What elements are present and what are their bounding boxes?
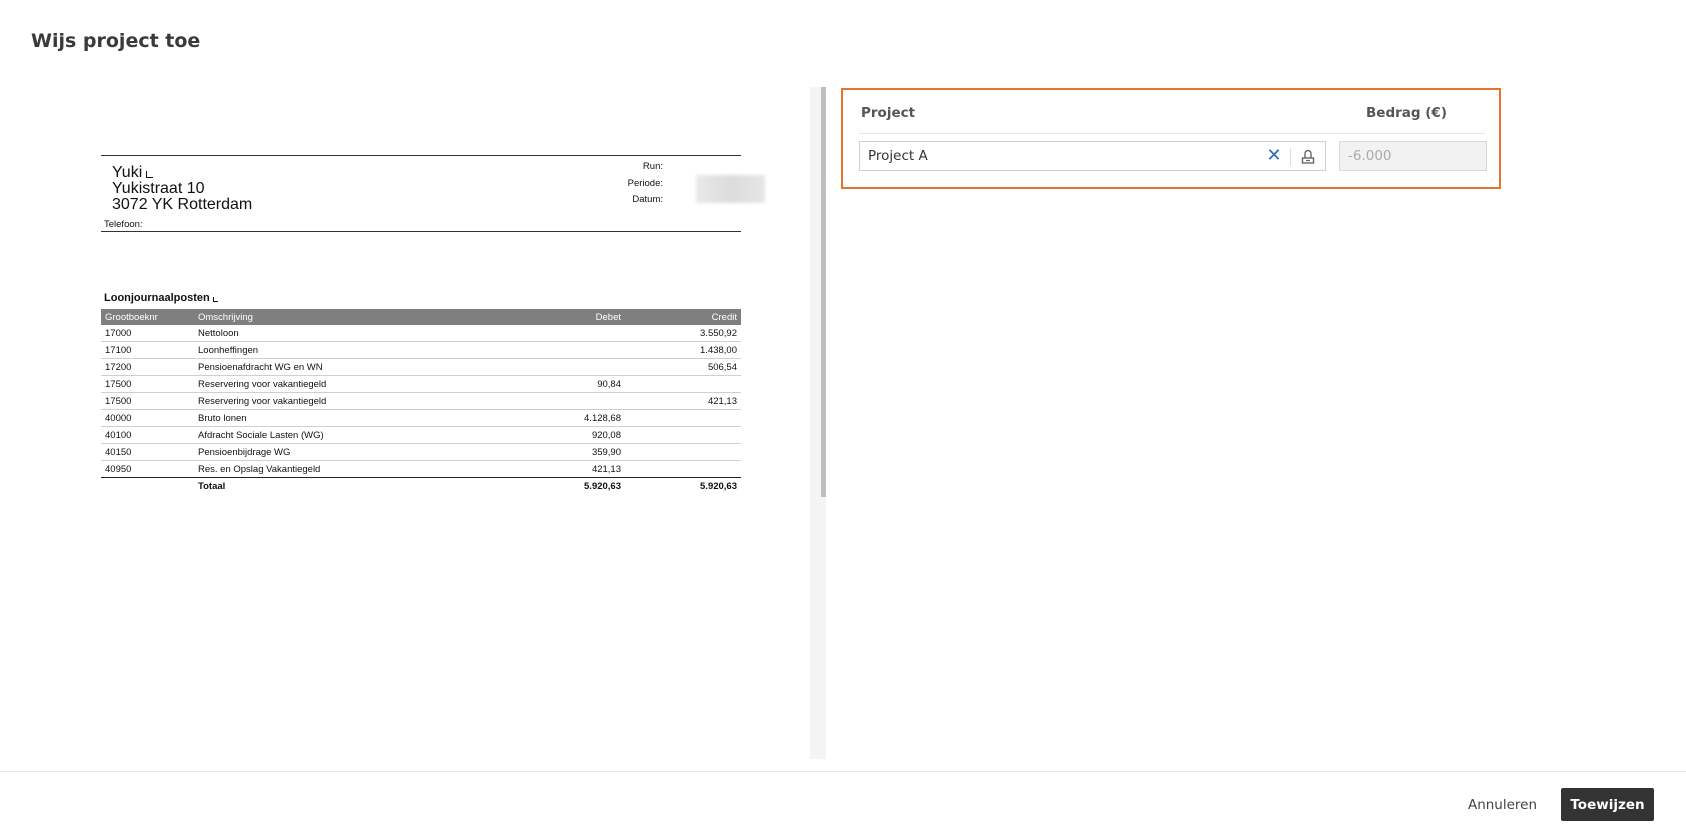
- cell-account: 40150: [101, 443, 194, 461]
- amount-column-header: Bedrag (€): [1366, 105, 1447, 121]
- cell-account: 17200: [101, 358, 194, 376]
- col-debit: Debet: [502, 309, 625, 325]
- cell-credit: 3.550,92: [625, 325, 741, 342]
- lookup-icon[interactable]: [1297, 146, 1319, 168]
- cell-description: Pensioenbijdrage WG: [194, 443, 502, 461]
- field-separator: [1290, 148, 1291, 166]
- cell-credit: [625, 426, 741, 444]
- project-field[interactable]: Project A ✕: [859, 141, 1326, 171]
- cell-debit: [502, 392, 625, 410]
- table-row: 17000 Nettoloon 3.550,92: [101, 325, 741, 342]
- assign-button[interactable]: Toewijzen: [1561, 788, 1654, 821]
- cell-account: 40100: [101, 426, 194, 444]
- table-row: 17200 Pensioenafdracht WG en WN 506,54: [101, 358, 741, 376]
- cell-debit: 359,90: [502, 443, 625, 461]
- meta-datum-label: Datum:: [632, 194, 663, 205]
- address-name: Yuki: [112, 164, 143, 181]
- cell-description: Reservering voor vakantiegeld: [194, 375, 502, 393]
- phone-label: Telefoon:: [104, 219, 143, 230]
- total-label: Totaal: [194, 477, 502, 494]
- table-row: 40950 Res. en Opslag Vakantiegeld 421,13: [101, 460, 741, 478]
- table-row: 40100 Afdracht Sociale Lasten (WG) 920,08: [101, 426, 741, 444]
- amount-value: -6.000: [1348, 148, 1392, 164]
- cell-debit: [502, 341, 625, 359]
- col-credit: Credit: [625, 309, 741, 325]
- journal-table: Grootboeknr Omschrijving Debet Credit 17…: [101, 309, 741, 494]
- cell-debit: [502, 358, 625, 376]
- cell-debit: 421,13: [502, 460, 625, 478]
- project-column-header: Project: [861, 105, 916, 121]
- redacted-values: [696, 175, 765, 203]
- project-assignment-panel: Project Bedrag (€) Project A ✕ -6.000: [841, 88, 1501, 189]
- cell-description: Reservering voor vakantiegeld: [194, 392, 502, 410]
- meta-periode-label: Periode:: [627, 177, 663, 189]
- table-row: 17500 Reservering voor vakantiegeld 90,84: [101, 375, 741, 393]
- cell-description: Nettoloon: [194, 325, 502, 342]
- dialog-title: Wijs project toe: [31, 30, 201, 52]
- address-street: Yukistraat 10: [112, 180, 205, 197]
- cell-description: Loonheffingen: [194, 341, 502, 359]
- cell-credit: 421,13: [625, 392, 741, 410]
- journal-title: Loonjournaalposten: [104, 292, 218, 304]
- total-credit: 5.920,63: [625, 477, 741, 494]
- cell-account: 17100: [101, 341, 194, 359]
- cell-debit: 90,84: [502, 375, 625, 393]
- close-icon[interactable]: ✕: [1263, 145, 1285, 167]
- table-row: 17500 Reservering voor vakantiegeld 421,13: [101, 392, 741, 410]
- cell-account: 17000: [101, 325, 194, 342]
- footer-divider: [0, 771, 1686, 772]
- cell-empty: [101, 477, 194, 494]
- table-row: 17100 Loonheffingen 1.438,00: [101, 341, 741, 359]
- document-top-rule: [101, 155, 741, 156]
- cell-description: Bruto lonen: [194, 409, 502, 427]
- corner-mark-icon: [146, 171, 154, 178]
- table-row: 40000 Bruto lonen 4.128,68: [101, 409, 741, 427]
- cell-description: Afdracht Sociale Lasten (WG): [194, 426, 502, 444]
- meta-run-label: Run:: [642, 161, 663, 172]
- cell-credit: [625, 443, 741, 461]
- splitter-handle[interactable]: [821, 87, 826, 497]
- header-divider: [859, 133, 1485, 134]
- cell-description: Pensioenafdracht WG en WN: [194, 358, 502, 376]
- cell-account: 40950: [101, 460, 194, 478]
- corner-mark-icon: [212, 297, 218, 302]
- cell-account: 17500: [101, 375, 194, 393]
- document-address: Yuki Yukistraat 10 3072 YK Rotterdam: [112, 165, 252, 213]
- address-city: 3072 YK Rotterdam: [112, 196, 253, 213]
- cell-credit: [625, 409, 741, 427]
- col-description: Omschrijving: [194, 309, 502, 325]
- cell-credit: 506,54: [625, 358, 741, 376]
- table-row: 40150 Pensioenbijdrage WG 359,90: [101, 443, 741, 461]
- total-debit: 5.920,63: [502, 477, 625, 494]
- project-value[interactable]: Project A: [868, 148, 928, 164]
- cancel-button[interactable]: Annuleren: [1455, 789, 1550, 821]
- cell-credit: 1.438,00: [625, 341, 741, 359]
- total-row: Totaal 5.920,63 5.920,63: [101, 477, 741, 494]
- cell-debit: 920,08: [502, 426, 625, 444]
- cell-account: 40000: [101, 409, 194, 427]
- cell-account: 17500: [101, 392, 194, 410]
- cell-debit: [502, 325, 625, 342]
- col-account: Grootboeknr: [101, 309, 194, 325]
- amount-field: -6.000: [1339, 141, 1487, 171]
- journal-header-row: Grootboeknr Omschrijving Debet Credit: [101, 309, 741, 325]
- document-meta: Run: Periode: Datum:: [601, 159, 663, 209]
- cell-description: Res. en Opslag Vakantiegeld: [194, 460, 502, 478]
- cell-credit: [625, 375, 741, 393]
- document-header-rule: [101, 231, 741, 232]
- cell-debit: 4.128,68: [502, 409, 625, 427]
- cell-credit: [625, 460, 741, 478]
